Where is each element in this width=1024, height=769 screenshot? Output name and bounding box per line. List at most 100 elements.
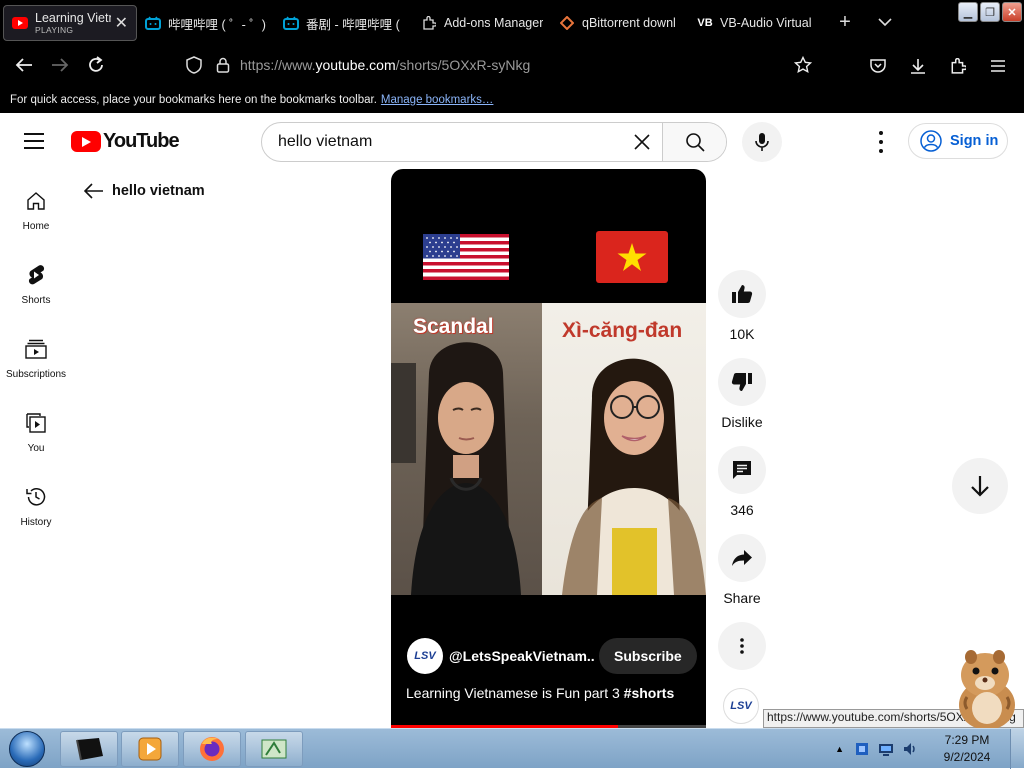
- taskbar-terminal[interactable]: [60, 731, 118, 767]
- guide-menu-icon[interactable]: [24, 133, 44, 149]
- dislike-button[interactable]: [718, 358, 766, 406]
- more-options-button[interactable]: [718, 622, 766, 670]
- back-arrow-icon: [84, 183, 103, 199]
- close-tab-icon[interactable]: ✕: [111, 13, 128, 33]
- reload-icon[interactable]: [78, 47, 114, 83]
- close-window-button[interactable]: ✕: [1002, 2, 1022, 22]
- forward-arrow-icon[interactable]: [42, 47, 78, 83]
- tab-addons-manager[interactable]: Add-ons Manager: [413, 5, 551, 41]
- sidebar-item-label: You: [27, 443, 45, 454]
- share-button[interactable]: [718, 534, 766, 582]
- share-label: Share: [723, 590, 761, 606]
- youtube-page: YouTube Sign in Home: [0, 113, 1024, 728]
- windows-orb-icon: [9, 731, 45, 767]
- volume-icon[interactable]: [902, 741, 918, 757]
- hashtag-link[interactable]: #shorts: [624, 685, 675, 701]
- subscribe-button[interactable]: Subscribe: [599, 638, 697, 674]
- sidebar-item-history[interactable]: History: [0, 465, 72, 539]
- share-action: Share: [717, 534, 767, 606]
- puzzle-piece-icon: [421, 15, 437, 31]
- media-player-icon: [138, 737, 162, 761]
- sidebar-item-subscriptions[interactable]: Subscriptions: [0, 317, 72, 391]
- restore-window-button[interactable]: ❐: [980, 2, 1000, 22]
- us-flag-icon: [423, 234, 509, 280]
- bookmarks-toolbar: For quick access, place your bookmarks h…: [0, 86, 1024, 113]
- clear-search-icon[interactable]: [622, 123, 662, 161]
- comment-count: 346: [730, 502, 754, 518]
- extensions-icon[interactable]: [940, 48, 976, 84]
- more-action: [717, 622, 767, 670]
- clock-date: 9/2/2024: [943, 750, 991, 764]
- downloads-icon[interactable]: [900, 48, 936, 84]
- show-hidden-icons-icon[interactable]: ▲: [835, 744, 844, 754]
- voice-search-button[interactable]: [742, 122, 782, 162]
- tab-qbittorrent[interactable]: qBittorrent downl: [551, 5, 689, 41]
- url-domain: youtube.com: [315, 57, 396, 73]
- sidebar-item-home[interactable]: Home: [0, 169, 72, 243]
- back-arrow-icon[interactable]: [6, 47, 42, 83]
- settings-more-icon[interactable]: [866, 131, 896, 153]
- next-channel-thumbnail[interactable]: LSV: [723, 688, 759, 724]
- menu-hamburger-icon[interactable]: [980, 48, 1016, 84]
- youtube-play-icon: [71, 131, 101, 152]
- windows-taskbar: ▲ 7:29 PM 9/2/2024: [0, 728, 1024, 769]
- tray-app-icon[interactable]: [854, 741, 870, 757]
- firefox-icon: [200, 737, 224, 761]
- tab-learning-vietnamese[interactable]: Learning Vietnamese PLAYING ✕: [3, 5, 137, 41]
- taskbar-clock[interactable]: 7:29 PM 9/2/2024: [924, 732, 1010, 766]
- show-desktop-button[interactable]: [1010, 729, 1024, 769]
- minimize-window-button[interactable]: ▁: [958, 2, 978, 22]
- search-input[interactable]: [262, 123, 622, 161]
- tab-bilibili-bangumi[interactable]: 番剧 - 哔哩哔哩 (: [275, 5, 413, 41]
- start-button[interactable]: [4, 729, 50, 769]
- account-icon: [920, 130, 942, 152]
- next-video-button[interactable]: [952, 458, 1008, 514]
- word-english: Scandal: [413, 315, 494, 338]
- shorts-action-bar: 10K Dislike 346 Share: [717, 270, 767, 686]
- address-bar[interactable]: https://www. youtube.com/shorts/5OXxR-syN…: [186, 50, 812, 80]
- taskbar-media-player[interactable]: [121, 731, 179, 767]
- shorts-video-player[interactable]: Scandal Xì-căng-đan LSV @LetsSpeakVietna…: [391, 169, 706, 728]
- like-button[interactable]: [718, 270, 766, 318]
- tab-vb-audio[interactable]: VB VB-Audio Virtual: [689, 5, 825, 41]
- word-vietnamese: Xì-căng-đan: [562, 319, 683, 342]
- sign-in-button[interactable]: Sign in: [908, 123, 1008, 159]
- video-frame-left: Scandal: [391, 303, 542, 595]
- share-arrow-icon: [732, 550, 752, 566]
- hamster-desktop-pet[interactable]: [945, 645, 1023, 730]
- sidebar-item-you[interactable]: You: [0, 391, 72, 465]
- manage-bookmarks-link[interactable]: Manage bookmarks…: [381, 94, 494, 106]
- network-icon[interactable]: [878, 741, 894, 757]
- url-prefix: https://www.: [240, 57, 316, 73]
- new-tab-icon[interactable]: +: [825, 11, 865, 34]
- pocket-icon[interactable]: [860, 48, 896, 84]
- bilibili-favicon-icon: [145, 15, 161, 31]
- sidebar-item-shorts[interactable]: Shorts: [0, 243, 72, 317]
- channel-name[interactable]: @LetsSpeakVietnam...: [449, 648, 594, 664]
- tab-bilibili[interactable]: 哔哩哔哩 ( ゜- ゜)つ: [137, 5, 275, 41]
- caption-text: Learning Vietnamese is Fun part 3: [406, 685, 620, 701]
- bookmark-star-icon[interactable]: [794, 56, 812, 74]
- tab-playing-label: PLAYING: [35, 25, 74, 35]
- youtube-favicon-icon: [12, 15, 28, 31]
- bilibili-favicon-icon: [283, 15, 299, 31]
- shield-icon[interactable]: [186, 56, 202, 74]
- comments-button[interactable]: [718, 446, 766, 494]
- comments-action: 346: [717, 446, 767, 518]
- system-tray: ▲ 7:29 PM 9/2/2024: [835, 729, 1024, 769]
- sign-in-label: Sign in: [950, 133, 999, 149]
- dislike-action: Dislike: [717, 358, 767, 430]
- channel-avatar[interactable]: LSV: [407, 638, 443, 674]
- terminal-icon: [76, 738, 103, 761]
- list-tabs-chevron-icon[interactable]: [865, 14, 905, 30]
- taskbar-app[interactable]: [245, 731, 303, 767]
- search-button[interactable]: [662, 123, 726, 161]
- woman-right-illustration: [562, 358, 706, 595]
- youtube-logo[interactable]: YouTube: [71, 130, 180, 153]
- thumbs-down-icon: [731, 373, 752, 391]
- taskbar-firefox[interactable]: [183, 731, 241, 767]
- lock-icon[interactable]: [216, 57, 230, 73]
- like-count: 10K: [729, 326, 755, 342]
- thumbs-up-icon: [732, 285, 753, 303]
- back-to-search[interactable]: hello vietnam: [84, 183, 205, 199]
